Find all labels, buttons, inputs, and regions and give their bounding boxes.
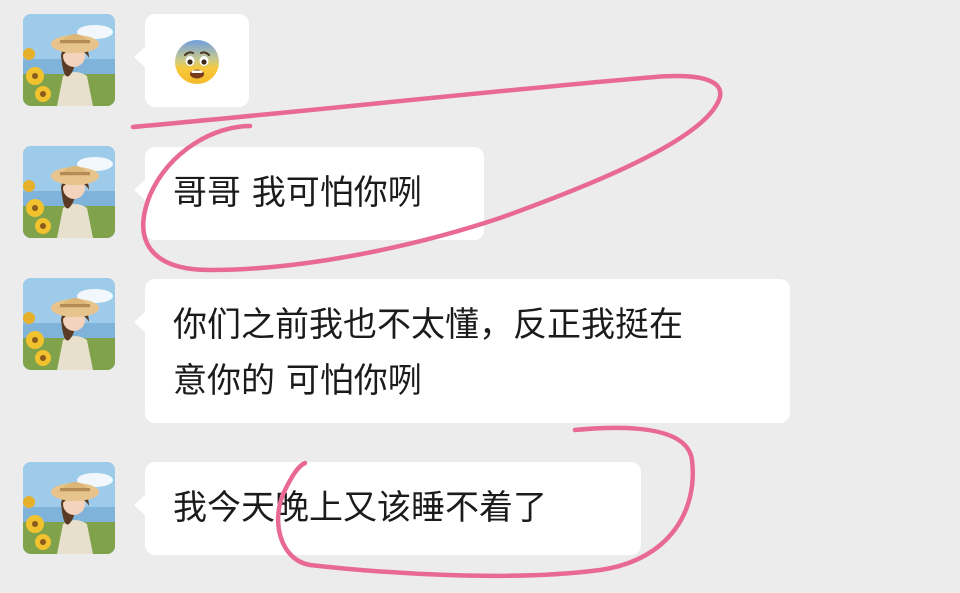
avatar[interactable] <box>23 462 115 554</box>
message-text: 我今天晚上又该睡不着了 <box>173 488 547 528</box>
message-bubble[interactable]: 你们之前我也不太懂，反正我挺在 意你的 可怕你咧 <box>134 279 790 423</box>
message-bubble[interactable]: 我今天晚上又该睡不着了 <box>134 462 641 555</box>
message-text: 你们之前我也不太懂，反正我挺在 <box>173 305 683 345</box>
avatar[interactable] <box>23 14 115 106</box>
message-text: 意你的 可怕你咧 <box>173 361 422 401</box>
fearful-face-emoji-icon <box>175 40 219 84</box>
message-bubble[interactable]: 哥哥 我可怕你咧 <box>134 147 484 240</box>
avatar[interactable] <box>23 278 115 370</box>
avatar-image <box>23 14 115 106</box>
message-text: 哥哥 我可怕你咧 <box>173 173 422 213</box>
avatar-image <box>23 462 115 554</box>
avatar-image <box>23 278 115 370</box>
message-bubble[interactable] <box>134 14 249 107</box>
avatar[interactable] <box>23 146 115 238</box>
avatar-image <box>23 146 115 238</box>
